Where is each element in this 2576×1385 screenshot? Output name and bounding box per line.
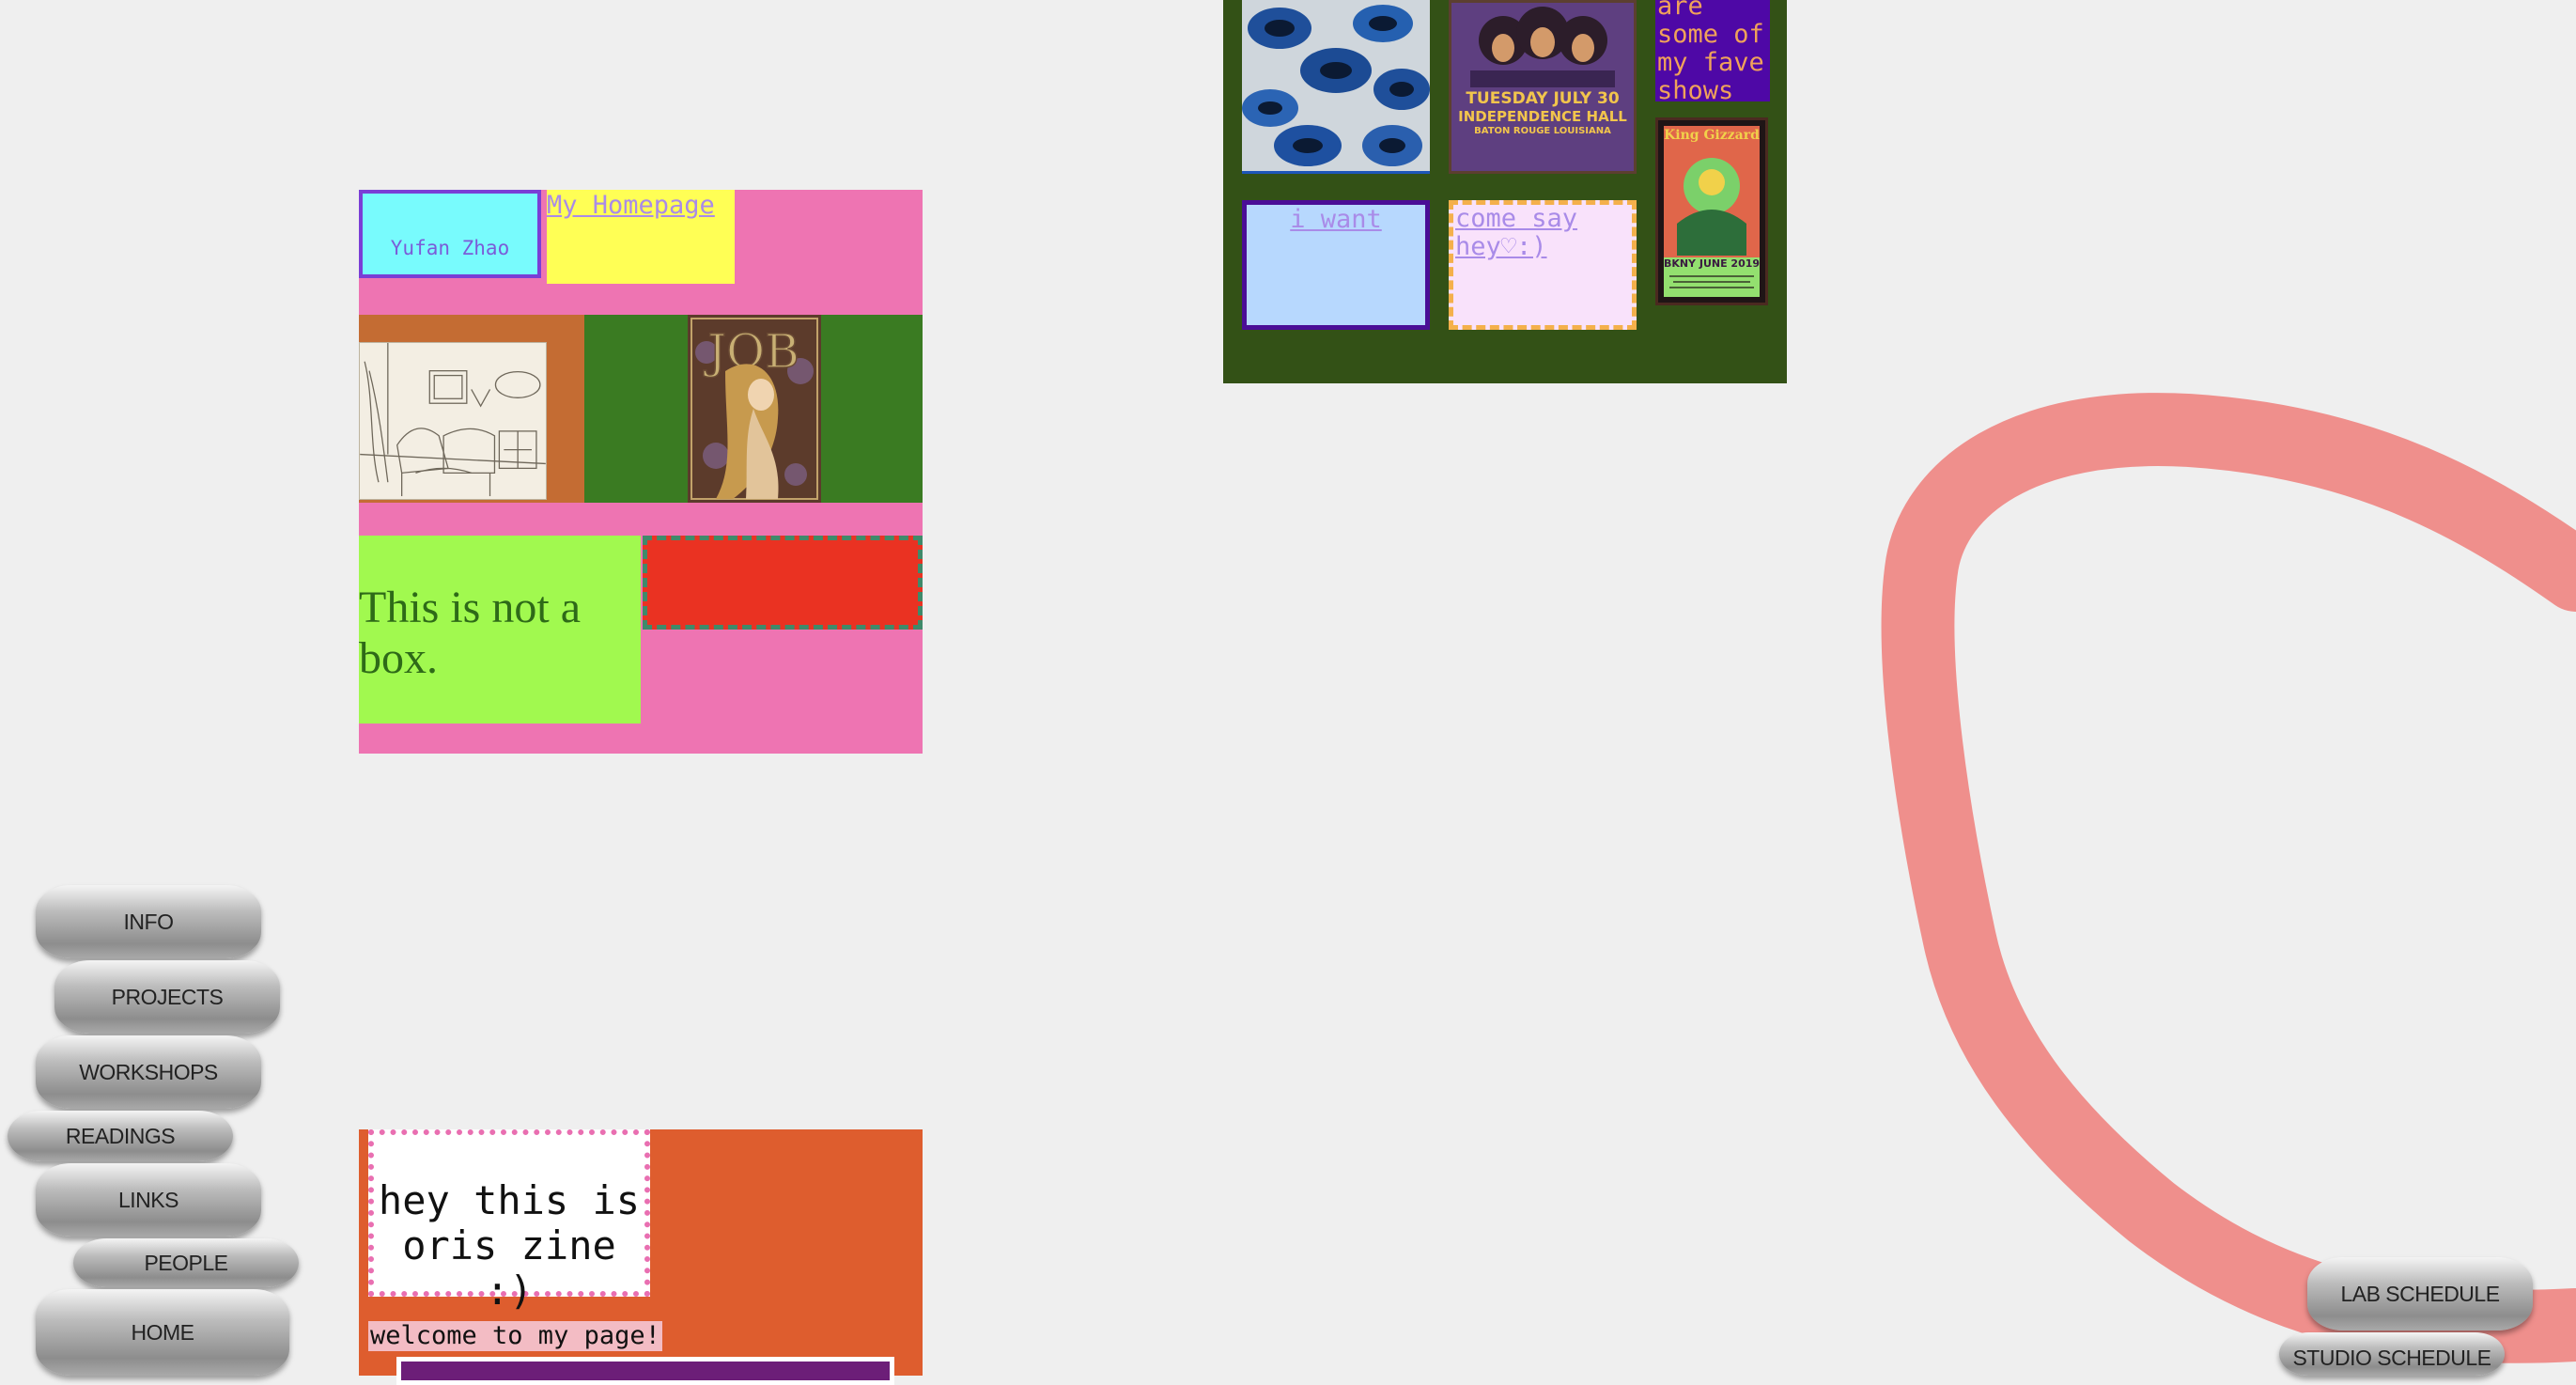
say-hey-link[interactable]: come say hey♡:) (1455, 204, 1577, 261)
poster-venue: INDEPENDENCE HALL (1458, 108, 1627, 125)
student-name: Yufan Zhao (390, 237, 510, 259)
poster-date: TUESDAY JULY 30 (1466, 89, 1620, 108)
welcome-text: welcome to my page! (368, 1321, 662, 1351)
room-sketch-image[interactable] (359, 342, 547, 500)
nav-info-button[interactable]: INFO (36, 885, 261, 958)
name-box: Yufan Zhao (359, 190, 541, 278)
nav-people-button[interactable]: PEOPLE (73, 1238, 299, 1287)
student-page-fave-shows: TUESDAY JULY 30 INDEPENDENCE HALL BATON … (1223, 0, 1787, 383)
fave-shows-note: are some of my fave shows (1655, 0, 1770, 101)
concert-poster-hendrix[interactable]: TUESDAY JULY 30 INDEPENDENCE HALL BATON … (1449, 0, 1637, 174)
red-dashed-box (643, 536, 923, 630)
nav-projects-label: PROJECTS (111, 984, 224, 1009)
want-box: i want (1242, 200, 1430, 330)
hey-box: come say hey♡:) (1449, 200, 1637, 330)
zine-text: hey this is oris zine :) (378, 1177, 641, 1314)
poster-city: BATON ROUGE LOUISIANA (1474, 126, 1611, 136)
homepage-link[interactable]: My Homepage (547, 191, 715, 220)
lab-schedule-button[interactable]: LAB SCHEDULE (2307, 1257, 2533, 1331)
blue-eyes-art-image[interactable] (1242, 0, 1430, 174)
nav-projects-button[interactable]: PROJECTS (54, 960, 280, 1034)
nav-workshops-label: WORKSHOPS (79, 1059, 218, 1084)
nav-home-label: HOME (131, 1319, 195, 1345)
nav-readings-button[interactable]: READINGS (8, 1111, 233, 1161)
statement-text: This is not a box. (359, 583, 581, 683)
nav-readings-label: READINGS (65, 1123, 176, 1148)
nav-people-label: PEOPLE (144, 1250, 228, 1275)
nav-info-label: INFO (123, 909, 174, 934)
nav-links-button[interactable]: LINKS (36, 1163, 261, 1237)
fave-shows-text: are some of my fave shows (1657, 0, 1764, 101)
art-nouveau-poster-image[interactable]: JOB (688, 315, 821, 503)
nav-workshops-button[interactable]: WORKSHOPS (36, 1035, 261, 1109)
gizzard-title: King Gizzard (1664, 128, 1760, 143)
nav-home-button[interactable]: HOME (36, 1289, 289, 1376)
concert-poster-gizzard[interactable]: King Gizzard BKNY JUNE 2019 (1655, 117, 1768, 305)
homepage-box: My Homepage (547, 190, 735, 284)
nav-links-label: LINKS (118, 1187, 178, 1212)
zine-box: hey this is oris zine :) (368, 1129, 650, 1314)
statement-box: This is not a box. (359, 536, 641, 724)
purple-panel (396, 1357, 894, 1385)
hendrix-poster-art (1451, 3, 1634, 171)
student-page-oris-zine: hey this is oris zine :) welcome to my p… (359, 1129, 923, 1385)
gizzard-footer: BKNY JUNE 2019 (1663, 257, 1761, 270)
studio-schedule-button[interactable]: STUDIO SCHEDULE (2279, 1332, 2505, 1376)
want-link[interactable]: i want (1290, 205, 1382, 234)
gizzard-poster-art (1658, 120, 1765, 303)
lab-schedule-label: LAB SCHEDULE (2340, 1281, 2500, 1306)
student-page-yufan: Yufan Zhao My Homepage JOB This is not a… (359, 190, 923, 754)
studio-schedule-label: STUDIO SCHEDULE (2292, 1346, 2491, 1370)
